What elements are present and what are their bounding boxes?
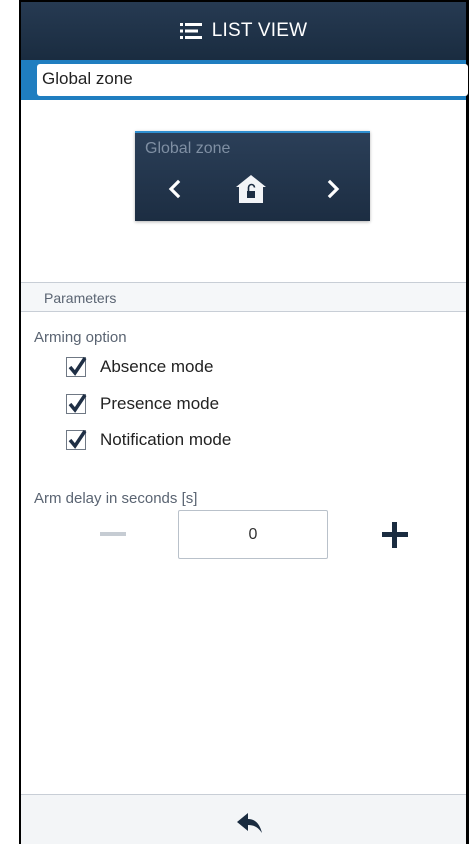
frame-border-left: [19, 0, 21, 844]
presence-mode-checkbox[interactable]: Presence mode: [66, 389, 219, 419]
checkbox-label: Notification mode: [100, 430, 232, 449]
chevron-left-icon[interactable]: [163, 177, 187, 201]
chevron-right-icon[interactable]: [321, 177, 345, 201]
decrease-delay-button[interactable]: [98, 522, 128, 546]
checkmark-icon: [68, 394, 87, 413]
list-icon: [179, 22, 202, 40]
absence-mode-checkbox[interactable]: Absence mode: [66, 352, 213, 382]
parameters-section-header: Parameters: [21, 283, 466, 312]
arm-delay-input[interactable]: [178, 510, 328, 559]
zone-card: Global zone: [135, 131, 370, 221]
checkbox-label: Presence mode: [100, 394, 220, 413]
back-arrow-icon[interactable]: [235, 811, 265, 835]
plus-icon-vertical: [392, 522, 397, 548]
header-list-view-button[interactable]: LIST VIEW: [21, 2, 466, 60]
checkmark-icon: [68, 430, 87, 449]
checkbox-label: Absence mode: [100, 357, 214, 376]
header-title: LIST VIEW: [211, 20, 308, 41]
notification-mode-checkbox[interactable]: Notification mode: [66, 425, 231, 455]
app-frame: LIST VIEW Global zone Global zone Parame…: [0, 0, 469, 844]
checkmark-icon: [68, 357, 87, 376]
footer-bar: [21, 794, 466, 844]
arm-delay-label: Arm delay in seconds [s]: [34, 490, 198, 507]
checkbox-box[interactable]: [66, 394, 87, 414]
increase-delay-button[interactable]: [378, 519, 412, 553]
zone-card-title: Global zone: [145, 140, 231, 157]
checkbox-box[interactable]: [66, 430, 87, 450]
checkbox-box[interactable]: [66, 357, 87, 377]
arming-option-label: Arming option: [34, 329, 127, 346]
minus-icon: [100, 532, 126, 536]
zone-select-field[interactable]: Global zone: [37, 64, 468, 96]
unlocked-home-icon[interactable]: [233, 173, 269, 205]
